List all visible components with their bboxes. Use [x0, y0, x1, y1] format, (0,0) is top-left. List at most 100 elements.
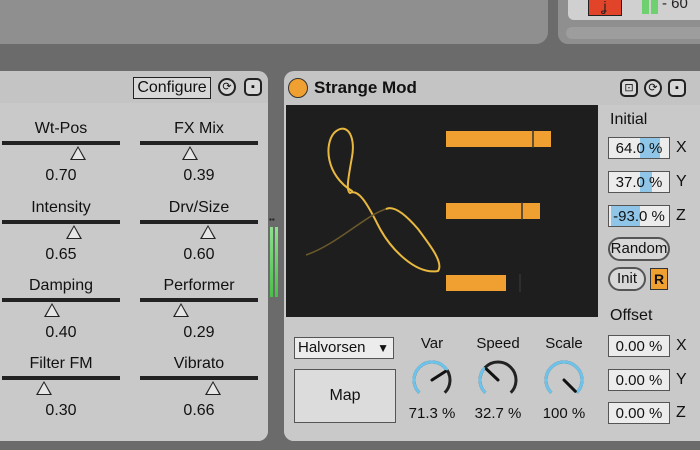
knob-value: 32.7 % — [474, 405, 522, 422]
strange-mod-device: Strange Mod ⊡ ⟳ ▪ Initial 64.0 % X 37.0 … — [284, 71, 700, 441]
knob-speed[interactable]: Speed 32.7 % — [468, 335, 528, 422]
knob-pointer — [484, 367, 500, 382]
left-device-title-bar: Configure ⟳ ▪ — [0, 71, 268, 103]
knob-dial-icon[interactable] — [475, 357, 521, 403]
param-slider-track[interactable] — [2, 376, 120, 395]
axis-z-label: Z — [676, 207, 686, 224]
offset-axis-y-label: Y — [676, 371, 687, 388]
param-name: Filter FM — [29, 355, 93, 372]
device-power-button[interactable] — [288, 78, 308, 98]
offset-z-value: 0.00 % — [615, 405, 663, 422]
knob-dial-icon[interactable] — [409, 357, 455, 403]
initial-y-field[interactable]: 37.0 % — [608, 171, 670, 193]
param-slider-track[interactable] — [140, 220, 258, 239]
param-drv-size[interactable]: Drv/Size 0.60 — [140, 199, 258, 264]
knob-value-arc — [478, 366, 487, 394]
chevron-down-icon: ▼ — [377, 341, 389, 355]
param-value: 0.60 — [183, 246, 215, 263]
output-bar — [446, 275, 506, 291]
param-value: 0.66 — [183, 402, 215, 419]
param-value: 0.70 — [45, 167, 77, 184]
param-fx-mix[interactable]: FX Mix 0.39 — [140, 120, 258, 185]
param-filter-fm[interactable]: Filter FM 0.30 — [2, 355, 120, 420]
slider-handle-icon[interactable] — [181, 146, 198, 160]
attractor-select[interactable]: Halvorsen ▼ — [294, 337, 394, 359]
param-slider-track[interactable] — [140, 141, 258, 160]
param-slider-track[interactable] — [140, 376, 258, 395]
map-button[interactable]: Map — [294, 369, 396, 423]
expand-icon[interactable]: ⊡ — [620, 79, 638, 97]
offset-axis-x-label: X — [676, 337, 687, 354]
output-bar — [446, 131, 551, 147]
record-arm-button[interactable]: ʝ — [588, 0, 622, 16]
axis-x-label: X — [676, 139, 687, 156]
param-value: 0.29 — [183, 324, 215, 341]
slider-handle-icon[interactable] — [70, 146, 87, 160]
initial-y-value: 37.0 % — [615, 174, 663, 191]
configure-button[interactable]: Configure — [133, 77, 211, 99]
knob-name: Speed — [476, 335, 520, 352]
db-scale-label: - 60 — [662, 0, 688, 12]
knob-dial-icon[interactable] — [541, 357, 587, 403]
init-button[interactable]: Init — [608, 267, 646, 291]
param-value: 0.40 — [45, 324, 77, 341]
param-name: Intensity — [31, 199, 91, 216]
meter-bars — [270, 227, 278, 297]
knob-track — [478, 360, 518, 394]
offset-axis-z-label: Z — [676, 404, 686, 421]
initial-z-field[interactable]: -93.0 % — [608, 205, 670, 227]
slider-handle-icon[interactable] — [35, 381, 52, 395]
param-damping[interactable]: Damping 0.40 — [2, 277, 120, 342]
left-device: Configure ⟳ ▪ Wt-Pos 0.70 FX Mix 0.39 In… — [0, 71, 268, 441]
save-preset-icon[interactable]: ▪ — [668, 79, 686, 97]
initial-x-field[interactable]: 64.0 % — [608, 137, 670, 159]
attractor-trace — [327, 127, 441, 273]
attractor-select-value: Halvorsen — [298, 339, 366, 356]
hot-swap-icon[interactable]: ⟳ — [644, 79, 662, 97]
offset-x-field[interactable]: 0.00 % — [608, 335, 670, 357]
param-slider-track[interactable] — [140, 298, 258, 317]
param-value: 0.30 — [45, 402, 77, 419]
record-arm-glyph: ʝ — [601, 0, 607, 14]
param-performer[interactable]: Performer 0.29 — [140, 277, 258, 342]
knob-value-arc — [412, 360, 449, 394]
hot-swap-icon[interactable]: ⟳ — [218, 78, 236, 96]
knob-value: 71.3 % — [408, 405, 456, 422]
knob-name: Var — [420, 335, 444, 352]
offset-z-field[interactable]: 0.00 % — [608, 402, 670, 424]
offset-y-field[interactable]: 0.00 % — [608, 369, 670, 391]
param-slider-track[interactable] — [2, 141, 120, 160]
slider-handle-icon[interactable] — [44, 303, 61, 317]
attractor-display-svg — [305, 127, 551, 292]
slider-handle-icon[interactable] — [199, 225, 216, 239]
slider-handle-icon[interactable] — [172, 303, 189, 317]
random-button[interactable]: Random — [608, 237, 670, 261]
upper-level-meter — [642, 0, 658, 14]
param-intensity[interactable]: Intensity 0.65 — [2, 199, 120, 264]
r-toggle-button[interactable]: R — [650, 268, 668, 290]
param-slider-track[interactable] — [2, 298, 120, 317]
param-vibrato[interactable]: Vibrato 0.66 — [140, 355, 258, 420]
param-name: Drv/Size — [168, 199, 230, 216]
output-bar — [446, 203, 540, 219]
upper-scroll-strip[interactable] — [566, 27, 700, 39]
param-wt-pos[interactable]: Wt-Pos 0.70 — [2, 120, 120, 185]
knob-scale[interactable]: Scale 100 % — [534, 335, 594, 422]
param-value: 0.65 — [45, 246, 77, 263]
offset-x-value: 0.00 % — [615, 338, 663, 355]
left-device-body: Wt-Pos 0.70 FX Mix 0.39 Intensity 0.65 D… — [0, 103, 268, 441]
param-name: FX Mix — [174, 120, 224, 137]
save-preset-icon[interactable]: ▪ — [244, 78, 262, 96]
slider-handle-icon[interactable] — [204, 381, 221, 395]
param-name: Wt-Pos — [34, 120, 88, 137]
knob-value: 100 % — [542, 405, 586, 422]
mod-body: Initial 64.0 % X 37.0 % Y -93.0 % Z Rand… — [284, 105, 700, 441]
slider-handle-icon[interactable] — [65, 225, 82, 239]
chain-level-meter: ▪▪ — [269, 215, 279, 297]
knob-var[interactable]: Var 71.3 % — [402, 335, 462, 422]
device-title: Strange Mod — [314, 78, 417, 97]
offset-label: Offset — [610, 307, 653, 324]
param-slider-track[interactable] — [2, 220, 120, 239]
mod-title-bar: Strange Mod ⊡ ⟳ ▪ — [284, 71, 700, 105]
param-value: 0.39 — [183, 167, 215, 184]
